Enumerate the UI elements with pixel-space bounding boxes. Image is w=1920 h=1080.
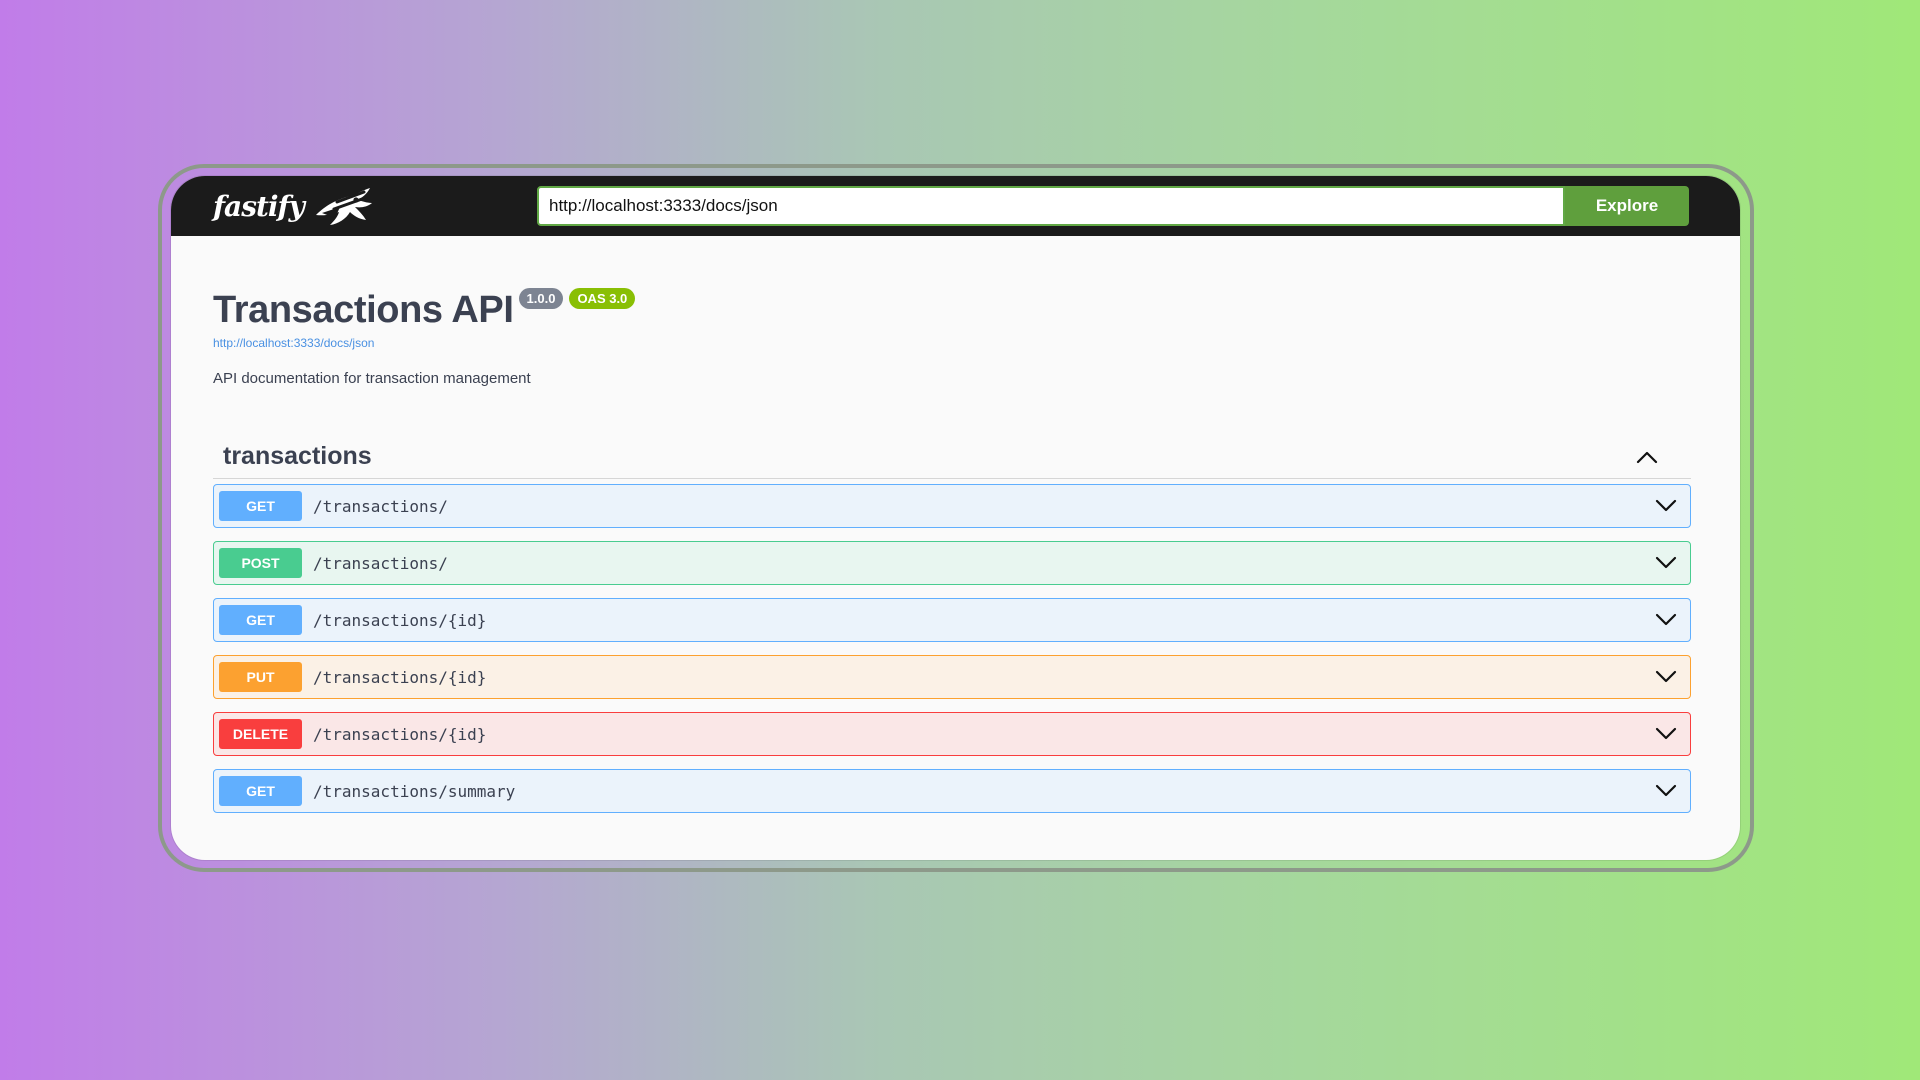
spec-url-link[interactable]: http://localhost:3333/docs/json <box>213 336 1691 350</box>
endpoint-row[interactable]: GET /transactions/{id} <box>213 598 1691 642</box>
fastify-logo[interactable]: fastify <box>213 176 537 236</box>
transactions-section: transactions GET /transactions/ POST /tr… <box>213 435 1691 813</box>
fastify-cheetah-icon <box>315 188 372 225</box>
chevron-down-icon[interactable] <box>1654 494 1678 518</box>
endpoint-path: /transactions/{id} <box>313 724 487 744</box>
section-header[interactable]: transactions <box>213 435 1691 479</box>
endpoint-path: /transactions/{id} <box>313 610 487 630</box>
oas-version-badge: OAS 3.0 <box>569 288 636 309</box>
method-badge: GET <box>219 491 302 521</box>
browser-screen: fastify Explore Transactions API 1.0.0 O… <box>171 176 1740 860</box>
endpoint-row[interactable]: GET /transactions/summary <box>213 769 1691 813</box>
endpoint-path: /transactions/summary <box>313 781 516 801</box>
endpoint-row[interactable]: POST /transactions/ <box>213 541 1691 585</box>
method-badge: GET <box>219 776 302 806</box>
chevron-down-icon[interactable] <box>1654 608 1678 632</box>
api-description: API documentation for transaction manage… <box>213 370 531 387</box>
spec-url-form: Explore <box>537 186 1689 226</box>
spec-url-input[interactable] <box>537 186 1565 226</box>
endpoint-row[interactable]: GET /transactions/ <box>213 484 1691 528</box>
endpoint-path: /transactions/{id} <box>313 667 487 687</box>
chevron-down-icon[interactable] <box>1654 551 1678 575</box>
page-title: Transactions API <box>213 289 514 331</box>
api-documentation: Transactions API 1.0.0 OAS 3.0 http://lo… <box>171 236 1740 813</box>
chevron-up-icon[interactable] <box>1630 442 1664 472</box>
chevron-down-icon[interactable] <box>1654 779 1678 803</box>
endpoint-path: /transactions/ <box>313 496 448 516</box>
brand-name: fastify <box>213 189 305 223</box>
chevron-down-icon[interactable] <box>1654 722 1678 746</box>
version-badge: 1.0.0 <box>518 288 564 309</box>
swagger-topbar: fastify Explore <box>171 176 1740 236</box>
endpoint-path: /transactions/ <box>313 553 448 573</box>
section-title: transactions <box>223 442 372 470</box>
api-title-row: Transactions API 1.0.0 OAS 3.0 <box>213 286 1691 334</box>
method-badge: PUT <box>219 662 302 692</box>
method-badge: POST <box>219 548 302 578</box>
chevron-down-icon[interactable] <box>1654 665 1678 689</box>
method-badge: DELETE <box>219 719 302 749</box>
method-badge: GET <box>219 605 302 635</box>
endpoint-row[interactable]: DELETE /transactions/{id} <box>213 712 1691 756</box>
endpoint-row[interactable]: PUT /transactions/{id} <box>213 655 1691 699</box>
explore-button[interactable]: Explore <box>1565 186 1689 226</box>
